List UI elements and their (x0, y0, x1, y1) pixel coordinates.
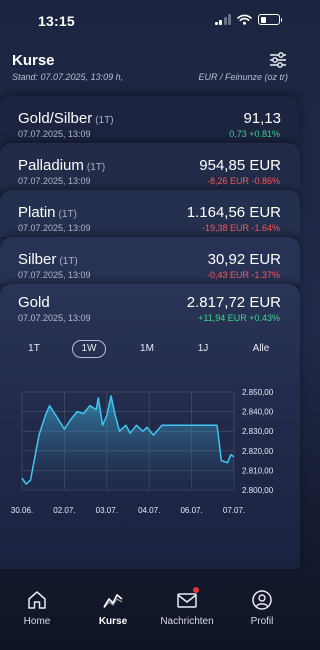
row-gold-silber[interactable]: Gold/Silber (1T) 07.07.2025, 13:09 91,13 … (0, 96, 300, 143)
x-tick-label: 30.06. (11, 506, 33, 515)
x-tick-label: 03.07. (96, 506, 118, 515)
range-1m[interactable]: 1M (138, 340, 156, 358)
gold-name: Gold (18, 294, 50, 311)
row-price: 91,13 (243, 110, 281, 127)
tab-bar: Home Kurse Nachrichten Profil (0, 580, 300, 650)
unit-label: EUR / Feinunze (oz tr) (198, 72, 288, 82)
timestamp-label: Stand: 07.07.2025, 13:09 h, (12, 72, 124, 82)
range-alle[interactable]: Alle (249, 340, 273, 358)
gold-price: 2.817,72 EUR (186, 294, 281, 311)
x-tick-label: 06.07. (180, 506, 202, 515)
profile-icon (252, 590, 272, 610)
y-tick-label: 2.800,00 (242, 486, 274, 495)
y-tick-label: 2.850,00 (242, 388, 274, 397)
chart-svg: 2.850,00 2.840,00 2.830,00 2.820,00 2.810,00… (11, 388, 274, 515)
row-platin[interactable]: Platin (1T) 07.07.2025, 13:09 1.164,56 EU… (0, 190, 300, 237)
home-icon (28, 591, 46, 609)
range-selector: 1T 1W 1M 1J Alle (0, 340, 300, 358)
battery-icon (258, 14, 282, 25)
gold-price-chart: 2.850,00 2.840,00 2.830,00 2.820,00 2.810,00… (0, 380, 300, 520)
range-1t[interactable]: 1T (26, 340, 42, 358)
x-tick-label: 04.07. (138, 506, 160, 515)
wifi-icon (237, 14, 252, 25)
tab-profil[interactable]: Profil (227, 588, 297, 627)
row-name: Palladium (1T) (18, 157, 106, 174)
chart-area (22, 395, 234, 490)
tab-label: Profil (250, 616, 274, 627)
chart-line-icon (103, 594, 123, 609)
row-price: 30,92 EUR (207, 251, 281, 268)
status-icons (214, 14, 282, 25)
tab-label: Kurse (98, 616, 128, 627)
row-change: -19,38 EUR -1.64% (201, 223, 280, 233)
range-1j[interactable]: 1J (196, 340, 210, 358)
row-change: -0,43 EUR -1.37% (206, 270, 280, 280)
row-name: Platin (1T) (18, 204, 77, 221)
y-tick-label: 2.820,00 (242, 447, 274, 456)
row-date: 07.07.2025, 13:09 (18, 176, 91, 186)
gold-date: 07.07.2025, 13:09 (18, 313, 91, 323)
row-palladium[interactable]: Palladium (1T) 07.07.2025, 13:09 954,85 E… (0, 143, 300, 190)
page-title: Kurse (12, 52, 55, 69)
row-silber[interactable]: Silber (1T) 07.07.2025, 13:09 30,92 EUR -… (0, 237, 300, 284)
row-date: 07.07.2025, 13:09 (18, 129, 91, 139)
cellular-signal-icon (214, 14, 231, 25)
y-tick-label: 2.810,00 (242, 466, 274, 475)
notification-badge (193, 587, 199, 593)
gold-change: +11,94 EUR +0.43% (198, 313, 280, 323)
status-time: 13:15 (38, 13, 75, 29)
mail-icon-wrap (175, 587, 199, 612)
tab-label: Home (23, 616, 51, 627)
row-name: Silber (1T) (18, 251, 78, 268)
range-1w[interactable]: 1W (72, 340, 106, 358)
row-date: 07.07.2025, 13:09 (18, 223, 91, 233)
tab-nachrichten[interactable]: Nachrichten (152, 587, 222, 627)
price-list: Gold/Silber (1T) 07.07.2025, 13:09 91,13 … (0, 96, 300, 284)
row-change: 0,73 +0.81% (229, 129, 280, 139)
row-change: -8,26 EUR -0.86% (206, 176, 280, 186)
y-tick-label: 2.830,00 (242, 427, 274, 436)
tab-kurse[interactable]: Kurse (78, 588, 148, 627)
row-price: 954,85 EUR (199, 157, 281, 174)
sliders-icon[interactable] (268, 50, 288, 70)
x-tick-label: 07.07. (223, 506, 245, 515)
row-price: 1.164,56 EUR (186, 204, 281, 221)
y-tick-label: 2.840,00 (242, 408, 274, 417)
row-name: Gold/Silber (1T) (18, 110, 114, 127)
tab-home[interactable]: Home (2, 588, 72, 627)
x-tick-label: 02.07. (53, 506, 75, 515)
status-bar: 13:15 (0, 0, 300, 44)
tab-label: Nachrichten (160, 616, 214, 627)
row-date: 07.07.2025, 13:09 (18, 270, 91, 280)
